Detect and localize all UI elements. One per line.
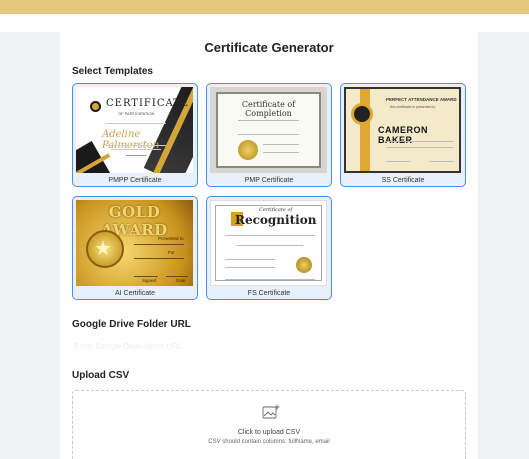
upload-csv-heading: Upload CSV <box>72 370 130 381</box>
template-thumbnail-pmpp: CERTIFICATE OF PARTICIPATION Adeline Pal… <box>76 87 193 173</box>
thumb-name: Adeline Palmerston <box>102 129 159 151</box>
medal-icon <box>90 101 101 112</box>
drive-url-input[interactable] <box>72 338 466 354</box>
thumb-date-label: Date <box>176 278 186 283</box>
drive-url-heading: Google Drive Folder URL <box>72 319 191 330</box>
template-thumbnail-fs: Certificate of Recognition <box>210 200 327 286</box>
template-card-pmpp[interactable]: CERTIFICATE OF PARTICIPATION Adeline Pal… <box>72 83 198 187</box>
select-templates-heading: Select Templates <box>72 66 153 77</box>
main-panel: Certificate Generator Select Templates C… <box>60 32 478 459</box>
template-label: PMPP Certificate <box>108 177 162 184</box>
upload-main-text: Click to upload CSV <box>237 429 301 436</box>
thumb-signed-label: Signed <box>142 278 157 283</box>
star-icon: ★ <box>94 238 112 260</box>
thumb-title: Recognition <box>235 213 317 227</box>
thumb-subtitle: OF PARTICIPATION <box>118 111 155 116</box>
image-upload-icon <box>262 404 280 419</box>
template-label: SS Certificate <box>381 177 425 184</box>
template-card-ss[interactable]: PERFECT ATTENDANCE AWARD this certificat… <box>340 83 466 187</box>
template-card-fs[interactable]: Certificate of Recognition FS Certificat… <box>206 196 332 300</box>
template-thumbnail-ss: PERFECT ATTENDANCE AWARD this certificat… <box>344 87 461 173</box>
template-thumbnail-pmp: Certificate of Completion <box>210 87 327 173</box>
thumb-title: Certificate of Completion <box>241 100 296 118</box>
upload-hint-text: CSV should contain columns: fullName, em… <box>208 439 330 445</box>
thumb-name: CAMERON BAKER <box>378 125 428 145</box>
template-thumbnail-ai: GOLD AWARD ★ Presented to For Signed Dat… <box>76 200 193 286</box>
thumb-presented-label: Presented to <box>158 236 184 241</box>
template-label: AI Certificate <box>114 290 156 297</box>
thumb-subheading: this certificate is presented to <box>390 105 436 109</box>
left-gutter <box>0 32 60 459</box>
right-gutter <box>478 32 529 459</box>
gold-seal-icon <box>238 140 258 160</box>
gold-seal-icon <box>296 257 312 273</box>
thumb-title: CERTIFICATE <box>106 98 190 109</box>
thumb-heading: PERFECT ATTENDANCE AWARD <box>386 97 457 102</box>
template-label: PMP Certificate <box>244 177 294 184</box>
rosette-icon <box>351 103 373 125</box>
template-label: FS Certificate <box>247 290 291 297</box>
top-spacer <box>0 14 529 32</box>
thumb-for-label: For <box>168 250 175 255</box>
template-card-ai[interactable]: GOLD AWARD ★ Presented to For Signed Dat… <box>72 196 198 300</box>
template-card-pmp[interactable]: Certificate of Completion PMP Certificat… <box>206 83 332 187</box>
csv-upload-dropzone[interactable]: Click to upload CSV CSV should contain c… <box>72 390 466 459</box>
top-accent-bar <box>0 0 529 14</box>
page-title: Certificate Generator <box>204 40 334 55</box>
